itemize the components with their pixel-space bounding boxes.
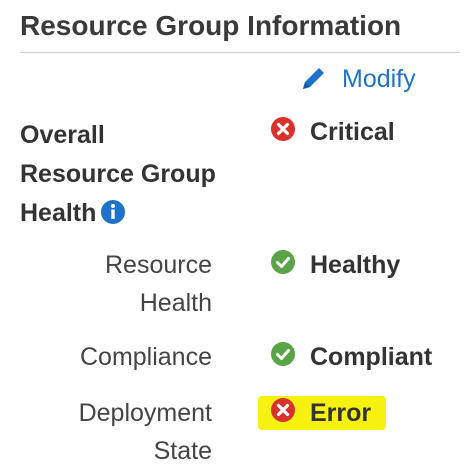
deployment-state-label: Deployment State [12, 394, 212, 470]
resource-health-status-text: Healthy [310, 250, 401, 279]
error-x-icon [270, 397, 296, 430]
resource-health-label-line1: Resource [105, 251, 212, 279]
overall-label-health-text: Health [20, 199, 97, 227]
compliance-label: Compliance [79, 343, 212, 371]
modify-button[interactable]: Modify [298, 64, 416, 94]
deployment-state-label-line1: Deployment [78, 399, 212, 427]
overall-health-status: Critical [270, 116, 395, 148]
compliance-status-text: Compliant [310, 342, 433, 371]
overall-label-line3: Health [20, 194, 235, 237]
info-icon[interactable] [100, 198, 126, 237]
pencil-icon [298, 64, 328, 94]
resource-health-label: Resource Health [12, 246, 212, 322]
overall-label-line2: Resource Group [20, 160, 216, 188]
check-icon [270, 341, 296, 374]
overall-health-label: Overall Resource Group Health [20, 116, 235, 237]
deployment-state-status: Error [270, 396, 371, 430]
resource-health-status: Healthy [270, 248, 400, 282]
modify-label: Modify [342, 64, 416, 93]
deployment-state-label-line2: State [153, 437, 212, 465]
resource-health-label-line2: Health [139, 289, 212, 317]
overall-status-text: Critical [310, 117, 395, 146]
resource-group-information-panel: Resource Group Information Modify Overal… [0, 0, 474, 474]
compliance-status: Compliant [270, 340, 432, 374]
error-x-icon [270, 116, 296, 149]
check-icon [270, 249, 296, 282]
deployment-state-status-text: Error [310, 398, 372, 427]
header-divider [20, 52, 460, 53]
overall-label-line1: Overall [20, 121, 105, 149]
panel-title: Resource Group Information [20, 10, 402, 41]
